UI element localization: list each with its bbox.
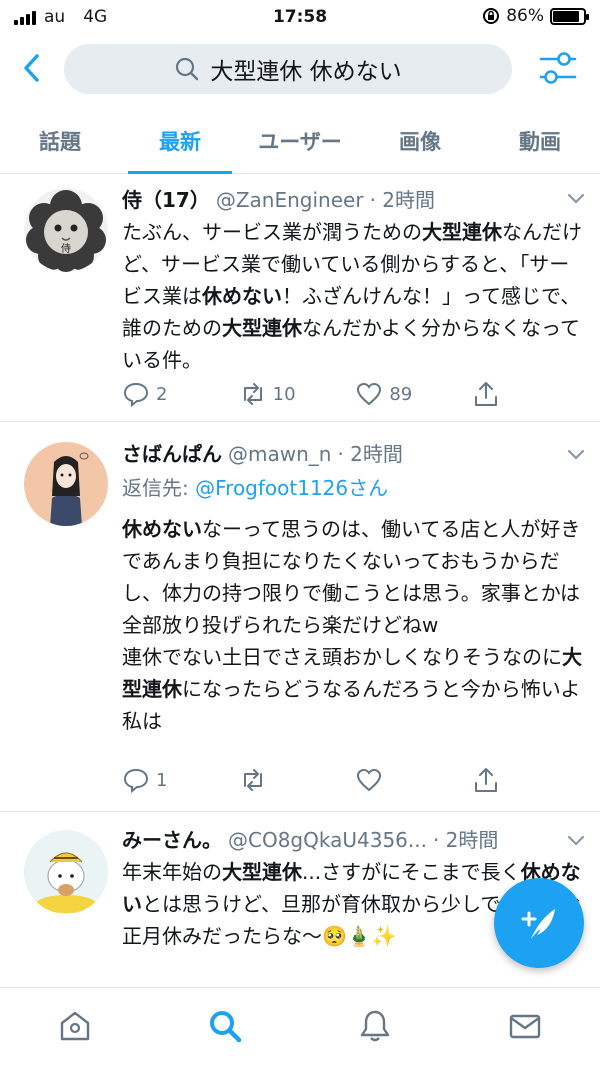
search-term-highlight: 大型連休 xyxy=(222,316,302,340)
nav-explore[interactable] xyxy=(150,988,300,1067)
tweet[interactable]: 侍 侍（17） @ZanEngineer · 2時間 たぶん、サービス業が潤うた… xyxy=(0,174,600,422)
heart-icon xyxy=(357,768,382,792)
reply-count: 1 xyxy=(156,769,168,791)
tab-videos[interactable]: 動画 xyxy=(480,108,600,173)
tweet-time: · 2時間 xyxy=(369,188,436,212)
retweet-button[interactable]: 10 xyxy=(239,378,356,410)
user-handle[interactable]: @ZanEngineer xyxy=(216,188,364,212)
battery-icon xyxy=(550,7,589,25)
reply-icon xyxy=(123,768,149,794)
user-handle[interactable]: @CO8gQkaU4356... xyxy=(228,828,427,852)
reply-mention-link[interactable]: @Frogfoot1126さん xyxy=(195,476,388,500)
svg-text:侍: 侍 xyxy=(61,243,71,255)
display-name[interactable]: さばんぱん xyxy=(122,438,222,467)
search-input[interactable]: 大型連休 休めない xyxy=(64,44,512,94)
illustrated-girl-avatar-image xyxy=(24,442,108,526)
retweet-count: 10 xyxy=(272,383,296,405)
reply-context: 返信先: @Frogfoot1126さん xyxy=(122,472,584,501)
tweet-actions: 1 xyxy=(122,764,502,796)
chevron-down-icon[interactable] xyxy=(566,192,586,206)
tweet-text: 休めないなーって思うのは、働いてる店と人が好きであんまり負担になりたくないってお… xyxy=(122,517,582,733)
compose-icon xyxy=(521,909,555,939)
share-button[interactable] xyxy=(472,378,502,410)
tab-latest[interactable]: 最新 xyxy=(120,108,240,174)
nav-messages[interactable] xyxy=(450,988,600,1067)
tab-users[interactable]: ユーザー xyxy=(240,108,360,173)
bell-icon xyxy=(360,1010,390,1042)
retweet-icon xyxy=(243,383,262,405)
like-button[interactable]: 89 xyxy=(355,378,472,410)
share-icon xyxy=(475,382,498,406)
battery-percent: 86% xyxy=(506,6,544,26)
display-name[interactable]: みーさん。 xyxy=(122,824,222,853)
search-term-highlight: 休めない xyxy=(122,517,202,541)
search-tabs: 話題 最新 ユーザー 画像 動画 xyxy=(0,108,600,174)
tweet-header: さばんぱん @mawn_n · 2時間 xyxy=(122,438,584,470)
tweet-actions: 2 10 89 xyxy=(122,378,502,410)
nav-home[interactable] xyxy=(0,988,150,1067)
tab-top[interactable]: 話題 xyxy=(0,108,120,173)
avatar[interactable] xyxy=(24,442,108,526)
bee-character-avatar-image xyxy=(24,830,108,914)
avatar[interactable]: 侍 xyxy=(24,188,108,272)
search-icon xyxy=(210,1011,242,1043)
battery-level xyxy=(553,10,579,22)
home-icon xyxy=(60,1011,90,1041)
search-term-highlight: 休めない xyxy=(202,284,282,308)
chevron-left-icon[interactable] xyxy=(20,50,44,86)
sliders-icon[interactable] xyxy=(538,50,578,86)
reply-button[interactable]: 1 xyxy=(122,764,239,796)
status-bar: au 4G 17:58 86% xyxy=(0,0,600,36)
tab-images[interactable]: 画像 xyxy=(360,108,480,173)
like-count: 89 xyxy=(389,383,413,405)
bottom-navigation xyxy=(0,987,600,1067)
chevron-down-icon[interactable] xyxy=(566,834,586,848)
search-term-highlight: 大型連休 xyxy=(122,645,582,701)
retweet-button[interactable] xyxy=(239,764,356,796)
user-handle[interactable]: @mawn_n xyxy=(228,442,331,466)
retweet-icon xyxy=(243,769,262,791)
share-icon xyxy=(475,768,498,792)
nav-notifications[interactable] xyxy=(300,988,450,1067)
search-term-highlight: 大型連休 xyxy=(222,860,302,884)
tweet-time: · 2時間 xyxy=(432,828,499,852)
reply-button[interactable]: 2 xyxy=(122,378,239,410)
search-icon xyxy=(176,57,199,81)
search-term-highlight: 大型連休 xyxy=(422,220,502,244)
tweet-header: 侍（17） @ZanEngineer · 2時間 xyxy=(122,184,584,216)
like-button[interactable] xyxy=(355,764,472,796)
heart-icon xyxy=(357,382,382,406)
tweet-header: みーさん。 @CO8gQkaU4356... · 2時間 xyxy=(122,824,584,856)
reply-icon xyxy=(123,382,149,408)
tweet-text: たぶん、サービス業が潤うための大型連休なんだけど、サービス業で働いている側からす… xyxy=(122,220,582,372)
tweet-time: · 2時間 xyxy=(337,442,403,466)
chevron-down-icon[interactable] xyxy=(566,448,586,462)
tweet[interactable]: さばんぱん @mawn_n · 2時間 返信先: @Frogfoot1126さん… xyxy=(0,422,600,812)
compose-tweet-button[interactable] xyxy=(494,878,584,968)
search-header: 大型連休 休めない xyxy=(0,36,600,100)
reply-label: 返信先: xyxy=(122,476,189,500)
rotation-lock-icon xyxy=(483,8,500,24)
display-name[interactable]: 侍（17） xyxy=(122,184,210,213)
search-query: 大型連休 休めない xyxy=(210,59,402,85)
cat-flower-avatar-image: 侍 xyxy=(24,188,108,272)
status-right: 86% xyxy=(482,6,589,26)
reply-count: 2 xyxy=(156,383,168,405)
avatar[interactable] xyxy=(24,830,108,914)
share-button[interactable] xyxy=(472,764,502,796)
mail-icon xyxy=(509,1014,541,1039)
